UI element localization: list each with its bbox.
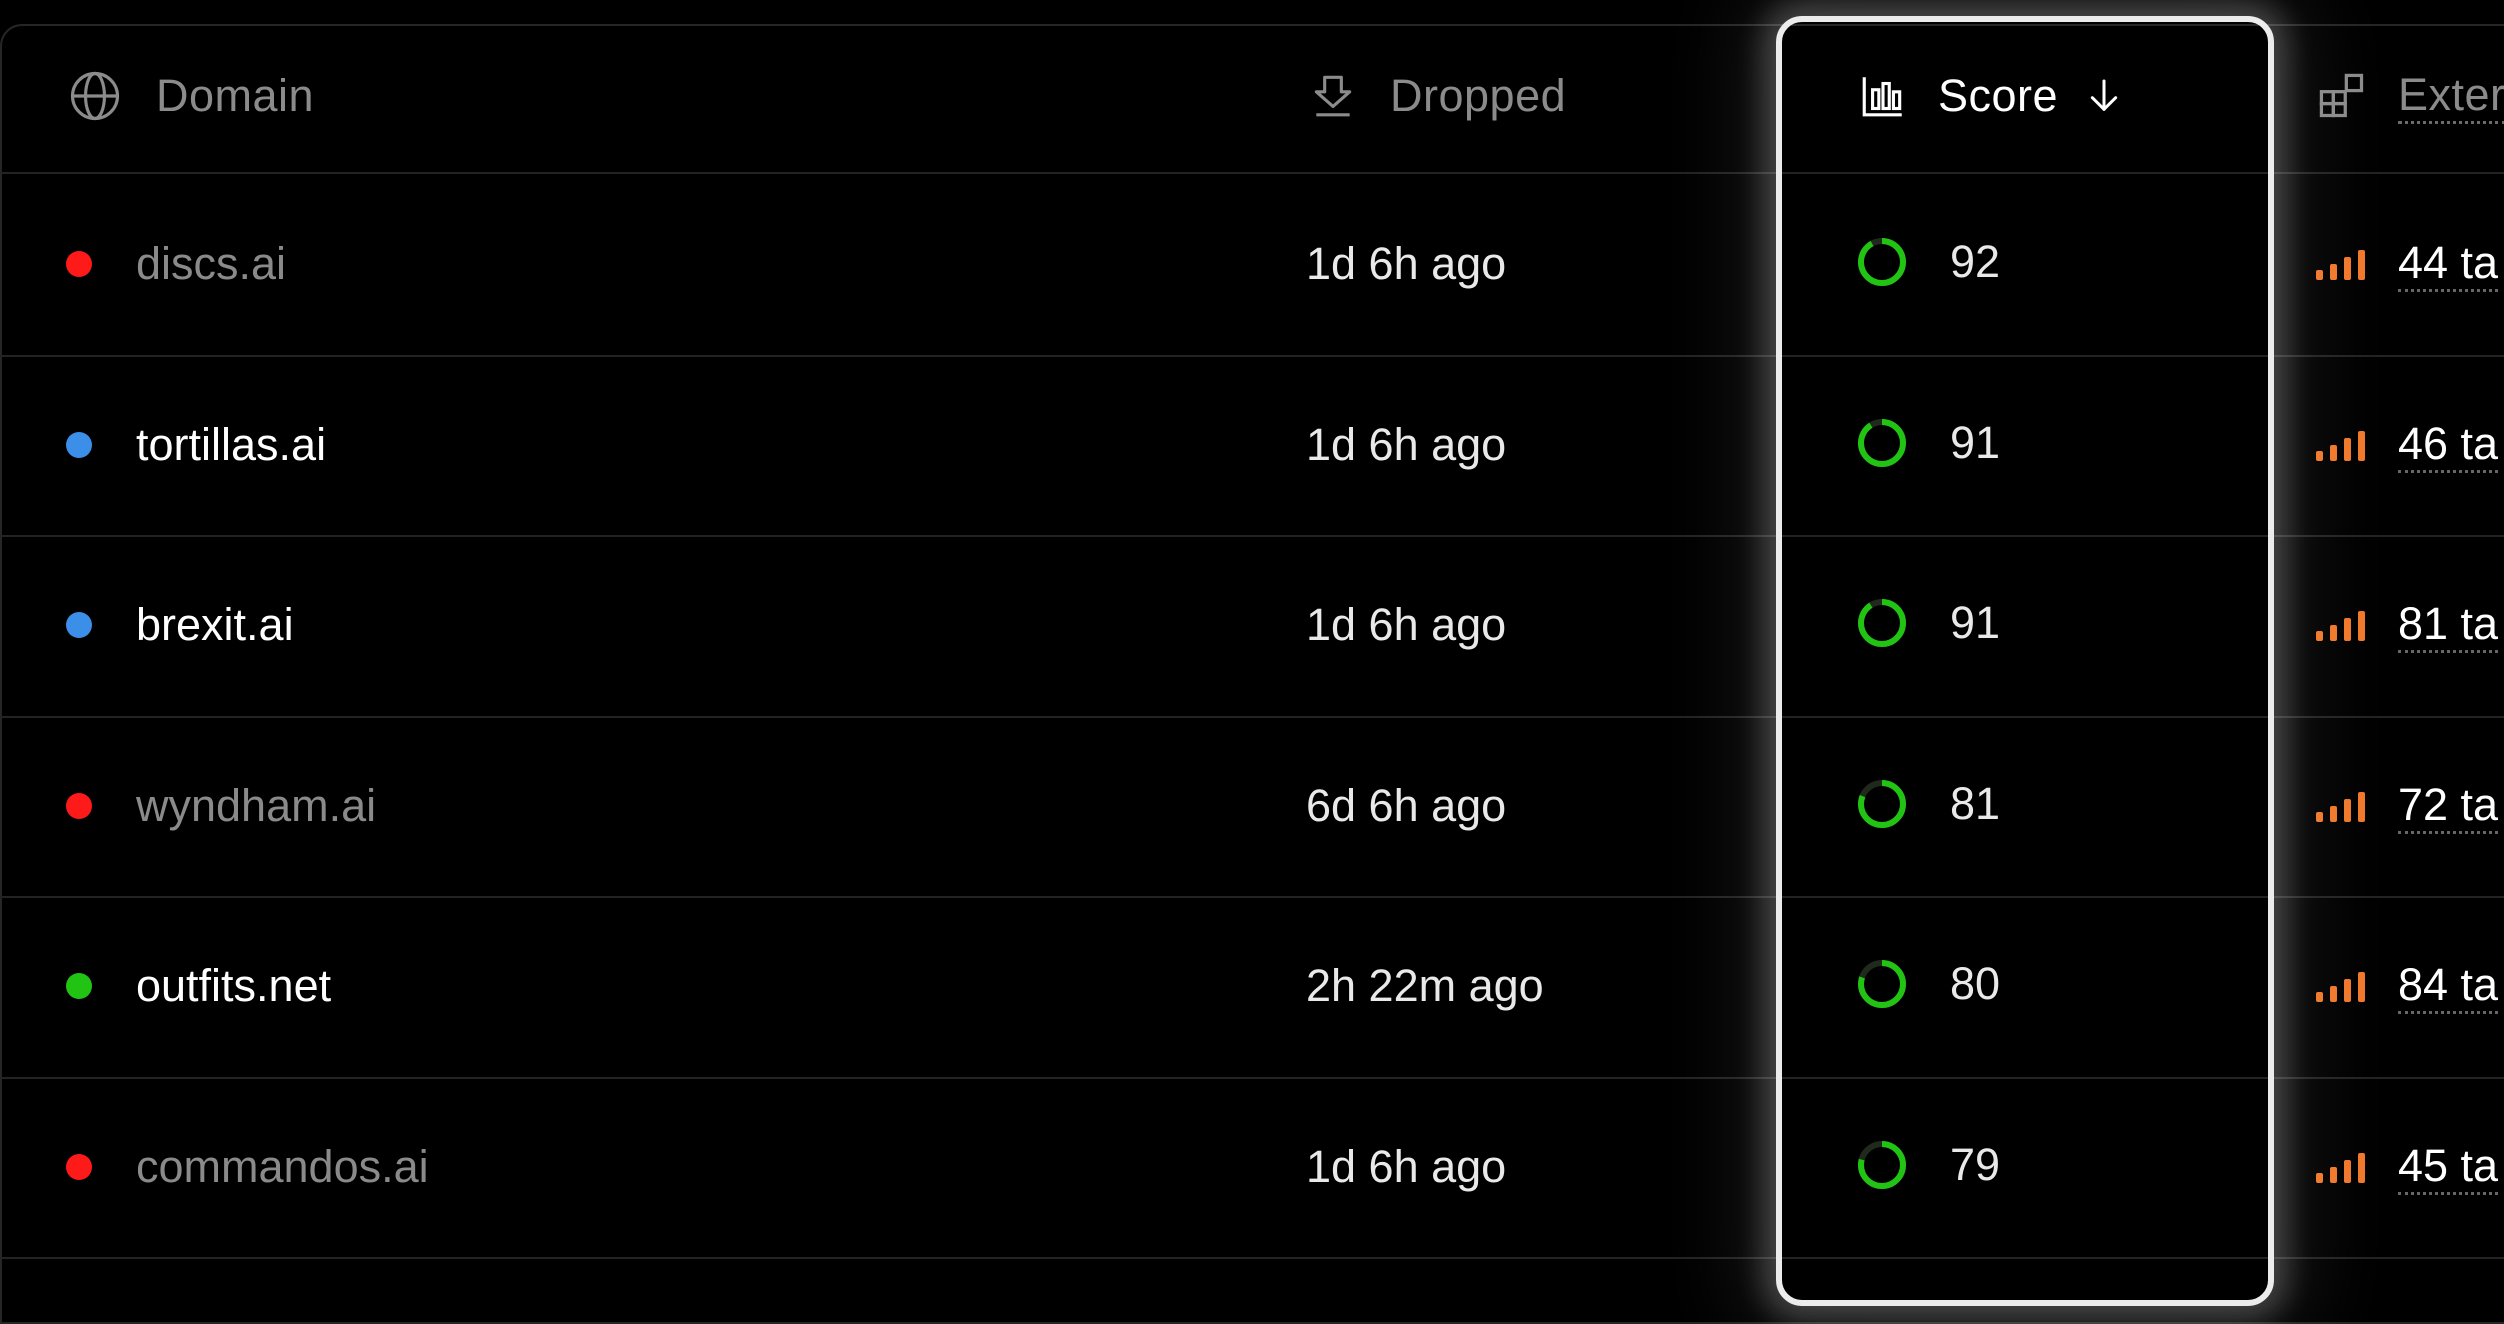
score-value: 81	[1950, 778, 2001, 829]
row-divider	[0, 535, 2504, 537]
signal-bars-icon	[2316, 431, 2365, 461]
domain-name[interactable]: discs.ai	[136, 238, 286, 290]
row-divider	[0, 1077, 2504, 1079]
progress-ring-icon	[1858, 599, 1906, 647]
row-divider	[0, 896, 2504, 898]
status-dot	[66, 251, 92, 277]
bar-chart-icon	[1858, 71, 1908, 121]
external-cell: 81 ta	[2316, 585, 2499, 665]
external-value[interactable]: 84 ta	[2398, 959, 2499, 1014]
score-cell: 80	[1854, 944, 2000, 1024]
score-cell: 81	[1854, 764, 2000, 844]
signal-bars-icon	[2316, 1153, 2365, 1183]
arrow-down-icon[interactable]	[2084, 76, 2124, 116]
domain-name[interactable]: brexit.ai	[136, 599, 294, 651]
table-row[interactable]: brexit.ai	[66, 585, 294, 665]
column-header-domain-label: Domain	[156, 70, 315, 121]
domain-name[interactable]: tortillas.ai	[136, 419, 326, 471]
table-row[interactable]: tortillas.ai	[66, 405, 326, 485]
external-value[interactable]: 46 ta	[2398, 418, 2499, 473]
status-dot	[66, 973, 92, 999]
progress-ring-icon	[1858, 780, 1906, 828]
grid-blocks-icon	[2316, 70, 2368, 122]
status-dot	[66, 612, 92, 638]
progress-ring-icon	[1858, 238, 1906, 286]
progress-ring-icon	[1858, 1141, 1906, 1189]
external-value[interactable]: 45 ta	[2398, 1140, 2499, 1195]
status-dot	[66, 793, 92, 819]
progress-ring-icon	[1858, 419, 1906, 467]
dropped-time: 1d 6h ago	[1306, 419, 1507, 470]
row-divider	[0, 355, 2504, 357]
signal-bars-icon	[2316, 250, 2365, 280]
score-cell: 91	[1854, 403, 2000, 483]
row-divider	[0, 1257, 2504, 1259]
globe-icon	[68, 69, 122, 123]
column-header-score-label: Score	[1938, 70, 2059, 121]
column-header-dropped-label: Dropped	[1390, 70, 1567, 121]
status-dot	[66, 432, 92, 458]
table-row[interactable]: wyndham.ai	[66, 766, 376, 846]
column-header-external-label: Exter	[2398, 69, 2504, 124]
signal-bars-icon	[2316, 972, 2365, 1002]
signal-bars-icon	[2316, 792, 2365, 822]
external-cell: 72 ta	[2316, 766, 2499, 846]
status-dot	[66, 1154, 92, 1180]
drop-arrow-icon	[1308, 71, 1358, 121]
score-value: 91	[1950, 597, 2001, 648]
score-cell: 79	[1854, 1125, 2000, 1205]
external-cell: 45 ta	[2316, 1127, 2499, 1207]
score-cell: 92	[1854, 222, 2000, 302]
score-value: 91	[1950, 417, 2001, 468]
score-value: 80	[1950, 958, 2001, 1009]
dropped-time: 1d 6h ago	[1306, 1141, 1507, 1192]
dropped-time: 2h 22m ago	[1306, 960, 1544, 1011]
score-value: 79	[1950, 1139, 2001, 1190]
signal-bars-icon	[2316, 611, 2365, 641]
dropped-time: 6d 6h ago	[1306, 780, 1507, 831]
domain-name[interactable]: commandos.ai	[136, 1141, 429, 1193]
column-header-domain[interactable]: Domain	[68, 62, 314, 130]
external-cell: 46 ta	[2316, 405, 2499, 485]
row-divider	[0, 716, 2504, 718]
external-cell: 84 ta	[2316, 946, 2499, 1026]
domain-name[interactable]: wyndham.ai	[136, 780, 376, 832]
external-value[interactable]: 72 ta	[2398, 779, 2499, 834]
score-value: 92	[1950, 236, 2001, 287]
dropped-time: 1d 6h ago	[1306, 599, 1507, 650]
table-row[interactable]: outfits.net	[66, 946, 331, 1026]
column-header-external[interactable]: Exter	[2316, 62, 2504, 130]
progress-ring-icon	[1858, 960, 1906, 1008]
table-row[interactable]: discs.ai	[66, 224, 286, 304]
table-row[interactable]: commandos.ai	[66, 1127, 429, 1207]
divider	[0, 172, 2504, 174]
column-header-dropped[interactable]: Dropped	[1308, 62, 1566, 130]
external-value[interactable]: 44 ta	[2398, 237, 2499, 292]
score-cell: 91	[1854, 583, 2000, 663]
column-header-score[interactable]: Score	[1858, 62, 2124, 130]
dropped-time: 1d 6h ago	[1306, 238, 1507, 289]
domain-name[interactable]: outfits.net	[136, 960, 331, 1012]
external-cell: 44 ta	[2316, 224, 2499, 304]
external-value[interactable]: 81 ta	[2398, 598, 2499, 653]
